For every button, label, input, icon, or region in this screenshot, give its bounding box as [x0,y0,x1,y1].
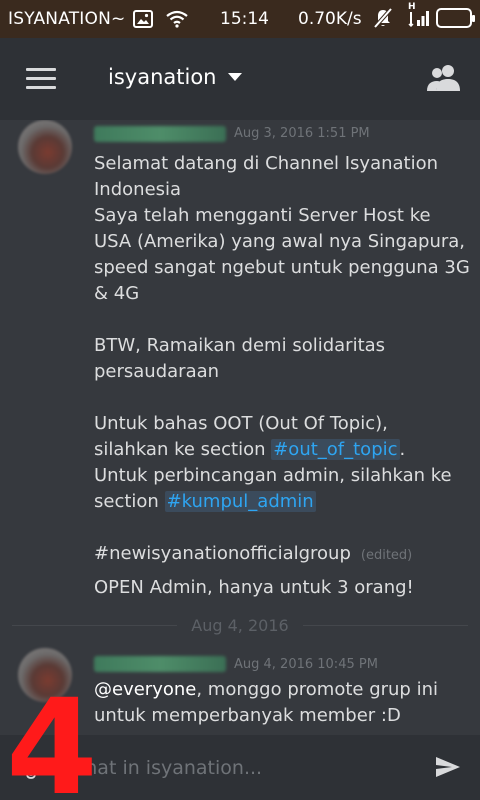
message-timestamp: Aug 3, 2016 1:51 PM [234,126,370,141]
message-line: persaudaraan [94,361,220,382]
signal-icon: H [408,2,430,28]
message-line: Untuk perbincangan admin, silahkan ke [94,465,452,486]
members-icon[interactable] [426,64,462,96]
network-speed: 0.70K/s [298,9,362,29]
line-text: , monggo promote grup ini [196,679,438,700]
send-icon[interactable] [434,755,462,783]
message-line: untuk memperbanyak member :D [94,705,401,726]
date-divider: Aug 4, 2016 [12,615,468,635]
carrier-name: ISYANATION~ [8,9,126,29]
username[interactable] [94,126,226,142]
divider-rule [302,624,468,626]
edited-label: (edited) [360,548,413,563]
message-line: section #kumpul_admin [94,489,464,515]
hamburger-icon[interactable] [26,68,56,90]
hashtag-text: #newisyanationofficialgroup [94,543,351,564]
message-timestamp: Aug 4, 2016 10:45 PM [234,657,378,672]
mute-icon [372,7,394,29]
message-line: Saya telah mengganti Server Host ke [94,205,431,226]
message-line: Selamat datang di Channel Isyanation [94,153,439,174]
chat-input[interactable] [72,751,412,785]
message-line: Indonesia [94,179,182,200]
wifi-icon [165,10,189,28]
message-line: Untuk bahas OOT (Out Of Topic), [94,413,388,434]
message-content: @everyone, monggo promote grup ini untuk… [94,677,464,729]
message-line: speed sangat ngebut untuk pengguna 3G [94,257,470,278]
divider-rule [12,624,178,626]
message-line: OPEN Admin, hanya untuk 3 orang! [94,577,414,598]
username[interactable] [94,656,226,672]
image-icon [133,10,154,28]
message-line: BTW, Ramaikan demi solidaritas [94,335,386,356]
message-line: silahkan ke section #out_of_topic. [94,437,464,463]
line-text: section [94,491,165,512]
clock: 15:14 [220,9,269,29]
channel-link-out-of-topic[interactable]: #out_of_topic [271,439,400,460]
line-text: silahkan ke section [94,439,272,460]
message-list[interactable]: Aug 3, 2016 1:51 PM Selamat datang di Ch… [0,120,480,735]
status-bar: ISYANATION~ 15:14 0.70K/s H [0,0,480,38]
mention-everyone[interactable]: @everyone [94,679,196,700]
channel-link-kumpul-admin[interactable]: #kumpul_admin [164,491,316,512]
battery-icon [436,8,475,28]
line-text: . [399,439,406,460]
network-type: H [408,2,416,12]
server-name: isyanation [108,65,217,89]
channel-toolbar: isyanation [0,38,480,120]
message-line: USA (Amerika) yang awal nya Singapura, [94,231,466,252]
avatar[interactable] [18,120,72,174]
message-line: @everyone, monggo promote grup ini [94,677,464,703]
message-content: Selamat datang di Channel Isyanation Ind… [94,151,470,601]
server-selector[interactable]: isyanation [108,65,243,89]
message-line: & 4G [94,283,140,304]
date-divider-label: Aug 4, 2016 [191,615,289,635]
overlay-step-number: 4 [6,671,98,800]
message-line: #newisyanationofficialgroup (edited) [94,541,464,567]
caret-down-icon [228,73,243,81]
